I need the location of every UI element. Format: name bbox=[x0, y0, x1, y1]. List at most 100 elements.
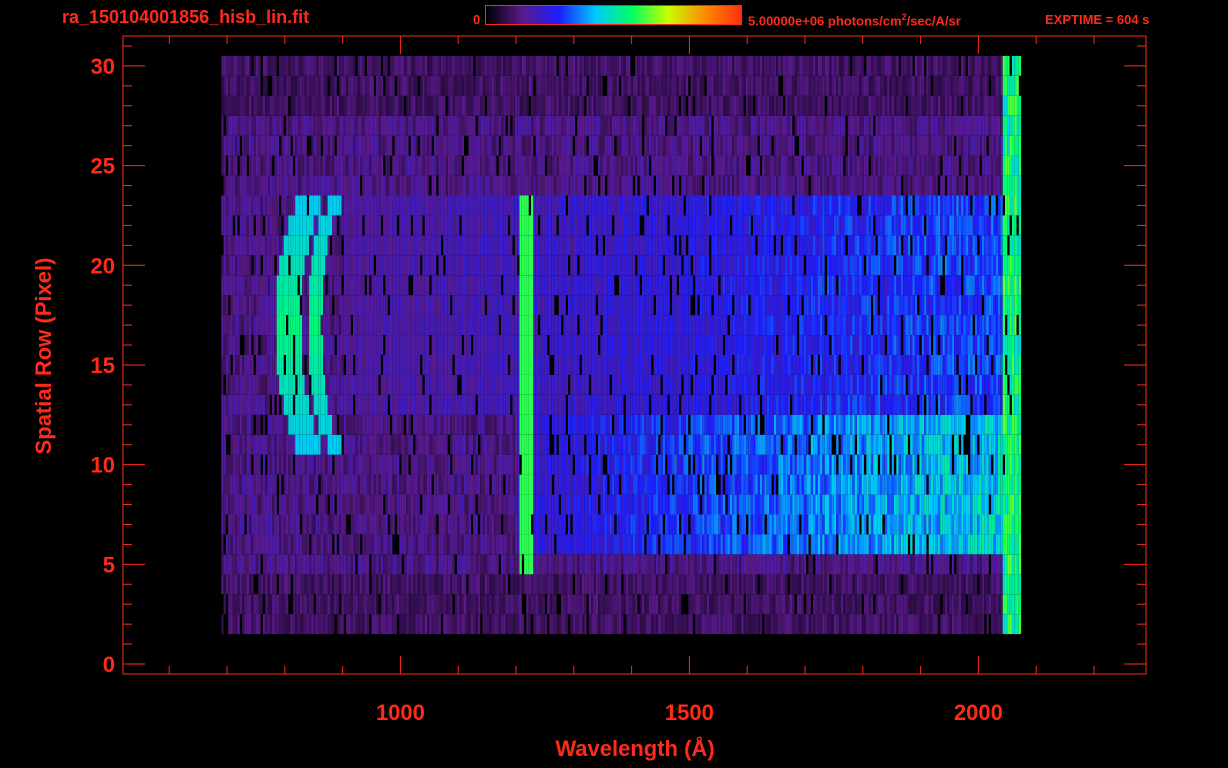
heatmap-cell bbox=[970, 434, 973, 455]
heatmap-cell bbox=[535, 474, 539, 495]
heatmap-cell bbox=[706, 454, 710, 475]
heatmap-cell bbox=[891, 474, 895, 495]
heatmap-cell bbox=[394, 434, 397, 455]
heatmap-cell bbox=[896, 514, 899, 535]
heatmap-cell bbox=[988, 414, 992, 435]
heatmap-cell bbox=[787, 474, 791, 495]
heatmap-cell bbox=[244, 434, 247, 455]
heatmap-cell bbox=[598, 594, 601, 615]
heatmap-cell bbox=[251, 434, 254, 455]
heatmap-cell bbox=[531, 454, 534, 475]
heatmap-cell bbox=[639, 474, 643, 495]
heatmap-cell bbox=[267, 414, 270, 435]
heatmap-cell bbox=[790, 355, 793, 375]
heatmap-cell bbox=[672, 594, 675, 615]
heatmap-cell bbox=[778, 355, 781, 375]
heatmap-cell bbox=[410, 394, 414, 415]
heatmap-cell bbox=[609, 574, 612, 595]
heatmap-cell bbox=[311, 414, 314, 435]
heatmap-cell bbox=[457, 574, 460, 595]
heatmap-cell bbox=[995, 614, 999, 635]
heatmap-cell bbox=[790, 554, 793, 575]
heatmap-cell bbox=[609, 494, 612, 515]
heatmap-cell bbox=[672, 514, 675, 535]
heatmap-cell bbox=[440, 554, 444, 575]
heatmap-cell bbox=[894, 355, 897, 375]
heatmap-cell bbox=[882, 614, 885, 635]
heatmap-cell bbox=[651, 494, 654, 515]
heatmap-cell bbox=[746, 355, 749, 375]
heatmap-cell bbox=[866, 534, 869, 555]
heatmap-cell bbox=[672, 335, 675, 355]
heatmap-cell bbox=[891, 434, 895, 455]
heatmap-cell bbox=[762, 394, 765, 415]
heatmap-cell bbox=[984, 494, 987, 515]
heatmap-cell bbox=[332, 434, 335, 455]
heatmap-cell bbox=[348, 434, 351, 455]
heatmap-cell bbox=[847, 374, 851, 395]
heatmap-cell bbox=[531, 394, 534, 415]
heatmap-cell bbox=[255, 394, 259, 415]
heatmap-cell bbox=[808, 394, 811, 415]
heatmap-cell bbox=[579, 574, 582, 595]
heatmap-cell bbox=[780, 355, 784, 375]
heatmap-cell bbox=[339, 414, 342, 435]
heatmap-cell bbox=[937, 554, 941, 575]
heatmap-cell bbox=[910, 514, 913, 535]
heatmap-cell bbox=[836, 414, 839, 435]
heatmap-cell bbox=[993, 574, 996, 595]
heatmap-cell bbox=[688, 394, 691, 415]
heatmap-cell bbox=[383, 594, 386, 615]
heatmap-cell bbox=[921, 574, 925, 595]
heatmap-cell bbox=[595, 355, 599, 375]
heatmap-cell bbox=[644, 514, 647, 535]
heatmap-cell bbox=[621, 594, 624, 615]
heatmap-cell bbox=[773, 414, 777, 435]
heatmap-cell bbox=[311, 494, 314, 515]
heatmap-cell bbox=[290, 315, 293, 335]
heatmap-cell bbox=[639, 335, 643, 355]
heatmap-cell bbox=[251, 594, 254, 615]
heatmap-cell bbox=[662, 335, 666, 355]
heatmap-cell bbox=[755, 534, 758, 555]
heatmap-cell bbox=[889, 594, 892, 615]
heatmap-cell bbox=[998, 514, 1001, 535]
heatmap-cell bbox=[549, 594, 552, 615]
heatmap-cell bbox=[1002, 434, 1006, 455]
heatmap-cell bbox=[868, 514, 871, 535]
heatmap-cell bbox=[905, 355, 908, 375]
heatmap-cell bbox=[533, 315, 536, 335]
heatmap-cell bbox=[653, 614, 656, 635]
heatmap-cell bbox=[970, 474, 973, 495]
heatmap-cell bbox=[262, 335, 266, 355]
heatmap-cell bbox=[565, 554, 569, 575]
heatmap-cell bbox=[831, 394, 834, 415]
heatmap-cell bbox=[951, 534, 955, 555]
heatmap-cell bbox=[907, 374, 911, 395]
heatmap-cell bbox=[1016, 355, 1019, 375]
heatmap-cell bbox=[998, 374, 1001, 395]
heatmap-cell bbox=[531, 574, 534, 595]
heatmap-cell bbox=[577, 414, 580, 435]
heatmap-cell bbox=[894, 494, 897, 515]
heatmap-cell bbox=[468, 374, 471, 395]
heatmap-cell bbox=[651, 454, 654, 475]
heatmap-cell bbox=[551, 394, 555, 415]
heatmap-cell bbox=[873, 474, 876, 495]
heatmap-cell bbox=[329, 414, 333, 435]
heatmap-cell bbox=[429, 374, 432, 395]
heatmap-cell bbox=[336, 514, 340, 535]
heatmap-cell bbox=[480, 494, 483, 515]
heatmap-cell bbox=[887, 474, 890, 495]
heatmap-cell bbox=[454, 335, 458, 355]
heatmap-cell bbox=[612, 614, 615, 635]
heatmap-cell bbox=[1018, 494, 1022, 515]
heatmap-cell bbox=[563, 434, 566, 455]
heatmap-cell bbox=[327, 374, 330, 395]
heatmap-cell bbox=[447, 315, 451, 335]
heatmap-cell bbox=[547, 554, 550, 575]
heatmap-cell bbox=[302, 534, 305, 555]
heatmap-cell bbox=[632, 574, 636, 595]
heatmap-cell bbox=[360, 394, 363, 415]
heatmap-cell bbox=[979, 414, 982, 435]
